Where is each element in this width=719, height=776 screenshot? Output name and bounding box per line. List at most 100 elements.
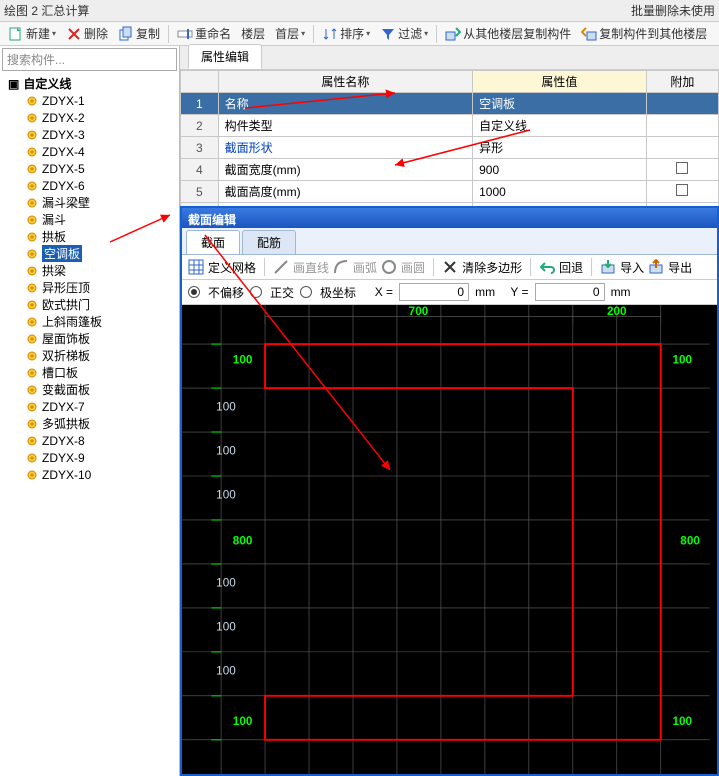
radio-ortho[interactable] (250, 286, 262, 298)
gear-icon (26, 333, 38, 345)
svg-text:100: 100 (216, 664, 236, 677)
col-name: 属性名称 (218, 71, 473, 93)
gear-icon (26, 129, 38, 141)
x-icon (442, 259, 458, 275)
tree-item[interactable]: 欧式拱门 (26, 296, 179, 313)
tree-item[interactable]: ZDYX-8 (26, 432, 179, 449)
prop-extra[interactable] (646, 137, 718, 159)
copy-from-other-button[interactable]: 从其他楼层复制构件 (441, 24, 575, 43)
prop-value[interactable]: 空调板 (473, 93, 647, 115)
row-num: 4 (181, 159, 219, 181)
tree-item[interactable]: 槽口板 (26, 364, 179, 381)
svg-text:100: 100 (216, 401, 236, 414)
tree-item[interactable]: ZDYX-3 (26, 126, 179, 143)
menu-bar: 绘图 2 汇总计算 批量删除未使用 (0, 0, 719, 22)
radio-polar[interactable] (300, 286, 312, 298)
tree-item[interactable]: 上斜雨篷板 (26, 313, 179, 330)
define-grid-button[interactable]: 定义网格 (208, 259, 256, 276)
clear-polygon-button[interactable]: 清除多边形 (462, 259, 522, 276)
svg-text:100: 100 (216, 576, 236, 589)
component-panel: 搜索构件... ▣ 自定义线 ZDYX-1ZDYX-2 ZDYX-3 ZDYX-4 Z… (0, 46, 180, 776)
first-floor-select[interactable]: 首层▾ (271, 24, 309, 43)
prop-name: 构件类型 (218, 115, 473, 137)
tree-item[interactable]: 变截面板 (26, 381, 179, 398)
tree-item[interactable]: ZDYX-4 (26, 143, 179, 160)
tree-item[interactable]: ZDYX-1 (26, 92, 179, 109)
tree-item[interactable]: 漏斗梁壁 (26, 194, 179, 211)
tree-item[interactable]: ZDYX-5 (26, 160, 179, 177)
gear-icon (26, 112, 38, 124)
gear-icon (26, 316, 38, 328)
property-row[interactable]: 5截面高度(mm)1000 (181, 181, 719, 203)
property-row[interactable]: 2构件类型自定义线 (181, 115, 719, 137)
prop-value[interactable]: 900 (473, 159, 647, 181)
tree-item[interactable]: 屋面饰板 (26, 330, 179, 347)
section-editor-title[interactable]: 截面编辑 (182, 208, 717, 228)
tree-item[interactable]: ZDYX-9 (26, 449, 179, 466)
col-value: 属性值 (473, 71, 647, 93)
gear-icon (26, 452, 38, 464)
tree-item[interactable]: ZDYX-7 (26, 398, 179, 415)
tree-item-label: 空调板 (42, 245, 82, 262)
tree-root[interactable]: ▣ 自定义线 (8, 75, 179, 92)
prop-value[interactable]: 1000 (473, 181, 647, 203)
section-editor-window: 截面编辑 截面 配筋 定义网格 画直线 画弧 画圆 清除多边形 回退 (180, 206, 719, 776)
tree-item-label: ZDYX-5 (42, 162, 85, 176)
tab-property-edit[interactable]: 属性编辑 (188, 44, 262, 69)
new-button[interactable]: 新建▾ (4, 24, 60, 43)
prop-name: 名称 (218, 93, 473, 115)
gear-icon (26, 282, 38, 294)
tree-item[interactable]: ZDYX-2 (26, 109, 179, 126)
rename-button[interactable]: 重命名 (173, 24, 235, 43)
copy-to-other-button[interactable]: 复制构件到其他楼层 (577, 24, 711, 43)
tree-item[interactable]: ZDYX-6 (26, 177, 179, 194)
copy-to-icon (581, 26, 597, 42)
prop-value[interactable]: 自定义线 (473, 115, 647, 137)
tree-item[interactable]: 异形压顶 (26, 279, 179, 296)
tree-item-label: ZDYX-4 (42, 145, 85, 159)
tree-item[interactable]: 多弧拱板 (26, 415, 179, 432)
undo-button[interactable]: 回退 (559, 259, 583, 276)
gear-icon (26, 350, 38, 362)
row-num: 2 (181, 115, 219, 137)
prop-extra[interactable] (646, 181, 718, 203)
export-button[interactable]: 导出 (668, 259, 692, 276)
tree-item[interactable]: 空调板 (26, 245, 179, 262)
row-num: 3 (181, 137, 219, 159)
delete-button[interactable]: 删除 (62, 24, 112, 43)
component-tree[interactable]: ▣ 自定义线 ZDYX-1ZDYX-2ZDYX-3ZDYX-4ZDYX-5ZDY… (0, 73, 179, 776)
property-row[interactable]: 4截面宽度(mm)900 (181, 159, 719, 181)
copy-button[interactable]: 复制 (114, 24, 164, 43)
tab-section[interactable]: 截面 (186, 230, 240, 254)
prop-extra[interactable] (646, 115, 718, 137)
tree-item[interactable]: ZDYX-10 (26, 466, 179, 483)
tree-item-label: 漏斗梁壁 (42, 194, 90, 211)
search-input[interactable]: 搜索构件... (2, 48, 177, 71)
prop-value[interactable]: 异形 (473, 137, 647, 159)
tree-item[interactable]: 漏斗 (26, 211, 179, 228)
gear-icon (26, 418, 38, 430)
section-canvas[interactable]: 700 200 800 800 100 100 100 100 100 100 … (182, 305, 717, 774)
tree-item-label: ZDYX-8 (42, 434, 85, 448)
tree-item-label: 上斜雨篷板 (42, 313, 102, 330)
import-button[interactable]: 导入 (620, 259, 644, 276)
y-input[interactable] (535, 283, 605, 301)
dim-left-800: 800 (233, 534, 253, 547)
tree-item[interactable]: 拱板 (26, 228, 179, 245)
gear-icon (26, 265, 38, 277)
sort-button[interactable]: 排序▾ (318, 24, 374, 43)
radio-no-offset[interactable] (188, 286, 200, 298)
tab-rebar[interactable]: 配筋 (242, 230, 296, 254)
property-row[interactable]: 1名称空调板 (181, 93, 719, 115)
tree-item[interactable]: 双折梯板 (26, 347, 179, 364)
property-row[interactable]: 3截面形状异形 (181, 137, 719, 159)
undo-icon (539, 259, 555, 275)
tree-item[interactable]: 拱梁 (26, 262, 179, 279)
prop-extra[interactable] (646, 93, 718, 115)
x-input[interactable] (399, 283, 469, 301)
prop-extra[interactable] (646, 159, 718, 181)
row-num: 5 (181, 181, 219, 203)
filter-button[interactable]: 过滤▾ (376, 24, 432, 43)
tree-item-label: ZDYX-3 (42, 128, 85, 142)
svg-text:100: 100 (216, 444, 236, 457)
